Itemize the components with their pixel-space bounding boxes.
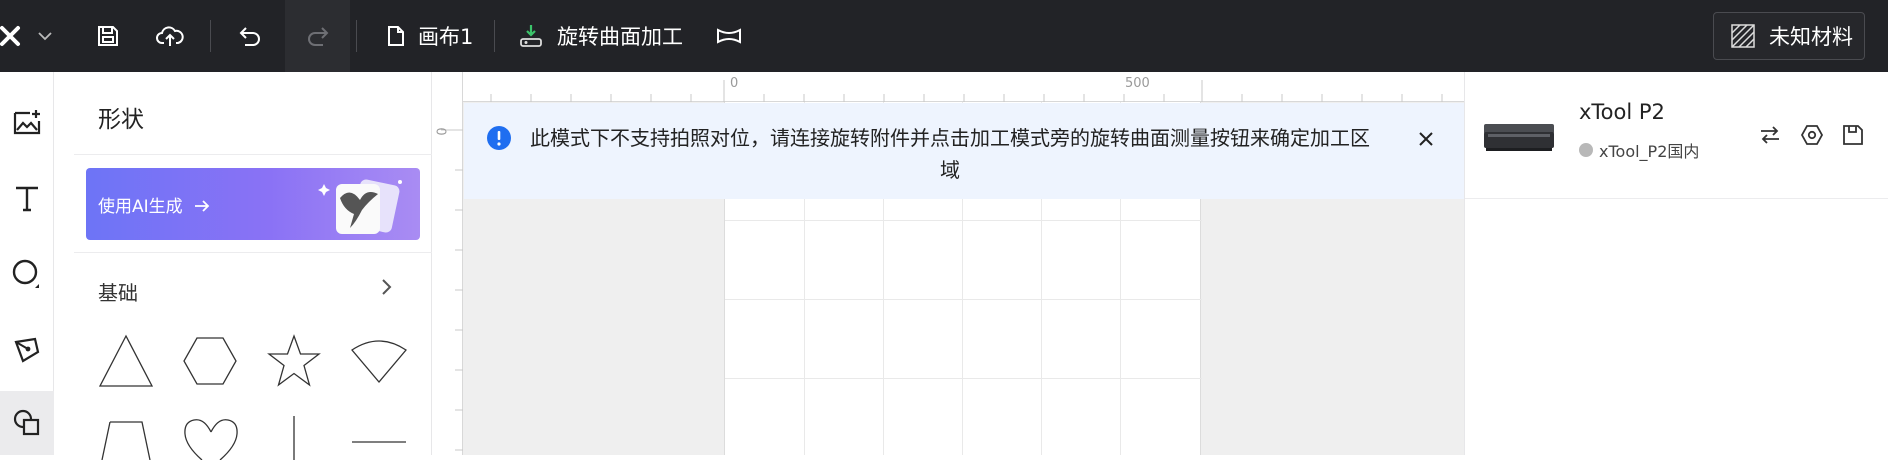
info-icon xyxy=(487,126,511,150)
image-icon[interactable] xyxy=(0,90,54,154)
ruler-left: 0 xyxy=(433,72,463,455)
cloud-upload-icon[interactable] xyxy=(150,0,190,72)
toolbar-divider xyxy=(210,20,211,52)
grid-line xyxy=(725,220,1202,221)
shape-star[interactable] xyxy=(266,334,322,388)
rotary-mode-icon xyxy=(518,0,544,72)
material-label: 未知材料 xyxy=(1769,25,1853,49)
text-icon[interactable] xyxy=(0,166,54,230)
canvas-name[interactable]: 画布1 xyxy=(418,0,473,72)
close-icon[interactable] xyxy=(1416,129,1436,149)
toolbar-divider xyxy=(356,20,357,52)
panel-title: 形状 xyxy=(98,107,144,133)
processing-mode-selector[interactable]: 旋转曲面加工 xyxy=(557,0,683,72)
device-subtitle: xTool_P2国内 xyxy=(1579,138,1699,162)
arrow-right-icon xyxy=(195,200,210,212)
ruler-label: 0 xyxy=(730,76,739,91)
eagle-illustration-icon xyxy=(318,179,402,234)
shape-trapezoid[interactable] xyxy=(100,420,152,460)
shape-heart[interactable] xyxy=(182,416,240,460)
connection-status-dot xyxy=(1579,143,1593,157)
swap-icon[interactable] xyxy=(1757,122,1783,148)
ai-generate-label: 使用AI生成 xyxy=(98,192,210,217)
shape-sector[interactable] xyxy=(350,338,408,384)
device-divider xyxy=(1465,198,1888,199)
device-name: xTool P2 xyxy=(1579,100,1665,124)
shape-triangle[interactable] xyxy=(98,334,154,388)
processing-mode-label: 旋转曲面加工 xyxy=(557,25,683,49)
redo-icon[interactable] xyxy=(285,0,350,72)
logo-x-icon[interactable] xyxy=(0,0,22,72)
shapes-icon[interactable] xyxy=(0,391,54,455)
device-panel: xTool P2 xTool_P2国内 xyxy=(1464,72,1888,455)
save-config-icon[interactable] xyxy=(1840,122,1866,148)
device-model-label: xTool_P2国内 xyxy=(1599,142,1700,161)
shape-panel: 形状 使用AI生成 基础 xyxy=(74,72,432,460)
undo-icon[interactable] xyxy=(230,0,270,72)
panel-divider xyxy=(74,252,432,253)
toolbar-divider xyxy=(494,20,495,52)
panel-divider xyxy=(74,154,432,155)
section-basic-label: 基础 xyxy=(98,281,138,305)
laser-machine-image xyxy=(1484,124,1554,151)
ai-generate-button[interactable]: 使用AI生成 xyxy=(86,168,420,240)
shape-hexagon[interactable] xyxy=(182,336,238,386)
top-toolbar: 画布1 旋转曲面加工 未知材料 xyxy=(0,0,1888,72)
settings-icon[interactable] xyxy=(1799,122,1825,148)
chevron-right-icon[interactable] xyxy=(380,278,392,296)
document-icon xyxy=(384,0,408,72)
notice-text: 此模式下不支持拍照对位，请连接旋转附件并点击加工模式旁的旋转曲面测量按钮来确定加… xyxy=(530,126,1370,182)
ruler-ticks xyxy=(490,80,1443,102)
pen-icon[interactable] xyxy=(0,318,54,382)
chevron-down-icon[interactable] xyxy=(34,0,56,72)
material-texture-icon xyxy=(1731,24,1755,48)
shape-horizontal-line[interactable] xyxy=(350,440,408,444)
save-icon[interactable] xyxy=(88,0,128,72)
canvas-name-label: 画布1 xyxy=(418,25,474,49)
grid-line xyxy=(725,299,1202,300)
material-button[interactable]: 未知材料 xyxy=(1713,12,1865,60)
grid-line xyxy=(725,378,1202,379)
mode-notice-banner: 此模式下不支持拍照对位，请连接旋转附件并点击加工模式旁的旋转曲面测量按钮来确定加… xyxy=(464,103,1464,199)
shape-vertical-line[interactable] xyxy=(292,416,296,460)
ruler-top: 0 500 xyxy=(433,72,1464,102)
circle-shape-icon[interactable] xyxy=(0,242,54,306)
ruler-label: 0 xyxy=(435,127,451,136)
ruler-label: 500 xyxy=(1125,76,1150,91)
tool-rail xyxy=(0,72,54,455)
rotary-attachment-icon[interactable] xyxy=(712,0,746,72)
